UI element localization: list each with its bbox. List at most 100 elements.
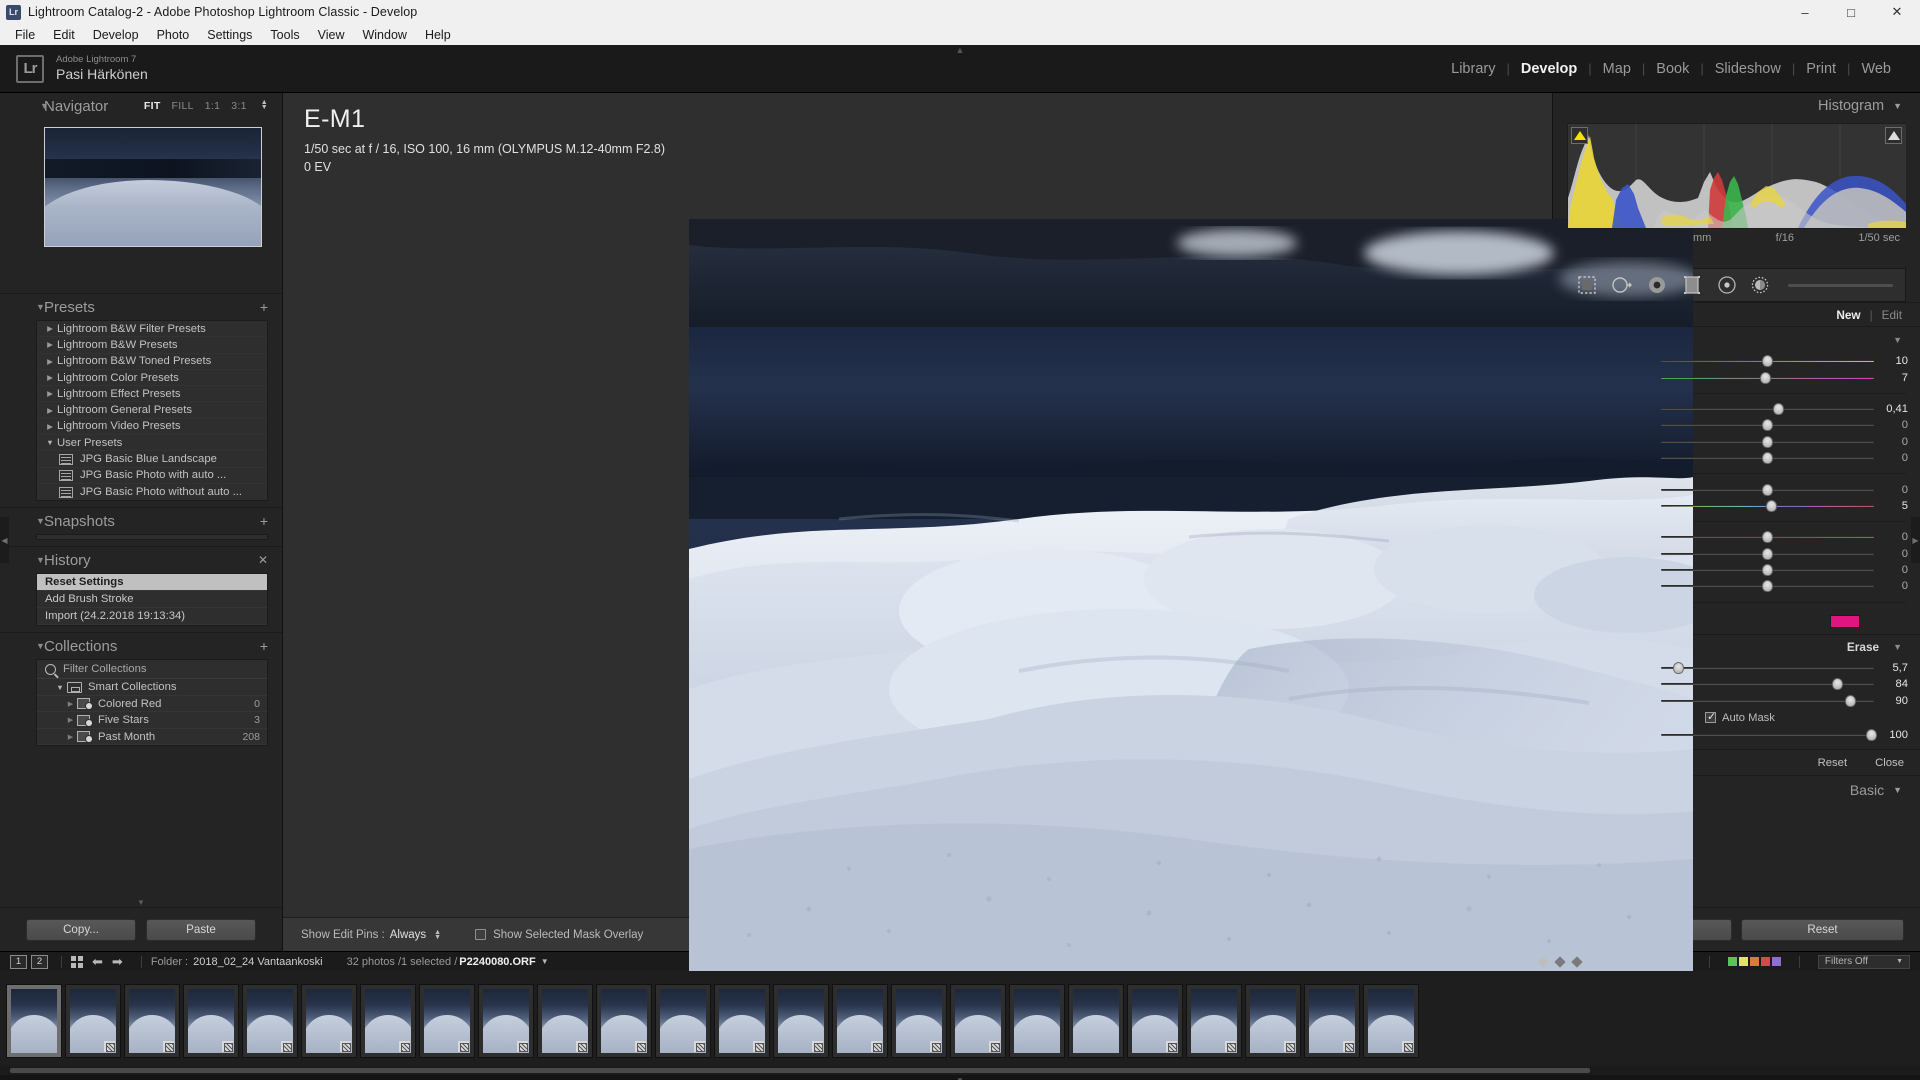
collection-item[interactable]: ▶ Past Month 208 [37,729,267,746]
left-panel-pull-tab[interactable]: ◀ [0,517,9,563]
filmstrip-thumbnail[interactable] [537,983,593,1058]
module-map[interactable]: Map [1592,61,1642,77]
folder-name[interactable]: 2018_02_24 Vantaankoski [193,956,322,968]
clear-history-button[interactable]: ✕ [258,553,268,567]
chevron-down-icon[interactable]: ▼ [1893,642,1902,652]
chevron-down-icon[interactable]: ▼ [53,683,67,692]
history-item[interactable]: Import (24.2.2018 19:13:34) [37,608,267,626]
collections-header[interactable]: ▼ Collections + [0,633,282,660]
preset-folder[interactable]: ▶ Lightroom Video Presets [37,419,267,436]
identity-plate[interactable]: Adobe Lightroom 7 Pasi Härkönen [56,54,148,82]
filmstrip-thumbnail[interactable] [478,983,534,1058]
filmstrip-thumbnail[interactable] [419,983,475,1058]
history-item-selected[interactable]: Reset Settings [37,574,267,592]
right-panel-pull-tab[interactable]: ▶ [1911,517,1920,563]
menu-view[interactable]: View [309,26,354,44]
show-edit-pins-control[interactable]: Show Edit Pins : Always ▲ ▼ [301,929,441,941]
filmstrip-thumbnail[interactable] [596,983,652,1058]
histogram-panel[interactable] [1567,123,1906,229]
chevron-down-icon[interactable]: ▼ [36,302,45,312]
chevron-right-icon[interactable]: ▶ [63,716,77,724]
chevron-down-icon[interactable]: ▼ [40,101,49,111]
left-panel-scroll-indicator[interactable]: ▼ [0,897,282,907]
back-arrow-icon[interactable]: ⬅ [92,954,103,970]
chevron-right-icon[interactable]: ▶ [43,324,57,333]
filmstrip-scrollbar[interactable] [0,1066,1920,1075]
add-collection-button[interactable]: + [260,638,268,654]
chevron-right-icon[interactable]: ▶ [63,733,77,741]
filmstrip-thumbnail[interactable] [1009,983,1065,1058]
filmstrip-thumbnail[interactable] [714,983,770,1058]
color-label-purple[interactable] [1771,957,1781,966]
slider-track[interactable] [1661,694,1874,708]
add-snapshot-button[interactable]: + [260,513,268,529]
color-swatch[interactable] [1830,615,1860,629]
chevron-right-icon[interactable]: ▶ [63,700,77,708]
radial-filter-icon[interactable] [1716,274,1738,296]
filmstrip-thumbnail[interactable] [655,983,711,1058]
filmstrip-thumbnail[interactable] [1186,983,1242,1058]
slider-track[interactable] [1661,579,1874,593]
filmstrip[interactable] [0,971,1920,1066]
slider-track[interactable] [1661,530,1874,544]
adjustment-brush-icon[interactable] [1751,274,1775,296]
slider-track[interactable] [1661,354,1874,368]
slider-track[interactable] [1661,563,1874,577]
preset-folder[interactable]: ▶ Lightroom B&W Toned Presets [37,354,267,370]
chevron-down-icon[interactable]: ▼ [36,641,45,651]
slider-track[interactable] [1661,661,1874,675]
menu-help[interactable]: Help [416,26,460,44]
chevron-right-icon[interactable]: ▶ [43,389,57,398]
module-library[interactable]: Library [1440,61,1506,77]
preset-folder[interactable]: ▶ Lightroom Effect Presets [37,386,267,403]
chevron-updown-icon[interactable]: ▲▼ [434,929,441,941]
filmstrip-thumbnail[interactable] [65,983,121,1058]
spot-removal-icon[interactable] [1611,274,1633,296]
menu-photo[interactable]: Photo [148,26,199,44]
filmstrip-thumbnail[interactable] [301,983,357,1058]
menu-window[interactable]: Window [353,26,415,44]
navigator-preview[interactable] [44,127,262,247]
graduated-filter-icon[interactable] [1681,274,1703,296]
preset-folder[interactable]: ▶ Lightroom General Presets [37,402,267,419]
secondary-display-2[interactable]: 2 [31,954,48,969]
slider-track[interactable] [1661,547,1874,561]
navigator-header[interactable]: ▼ Navigator FIT FILL 1:1 3:1 ▲ ▼ [0,93,282,119]
brush-close-button[interactable]: Close [1875,757,1904,769]
zoom-1-1[interactable]: 1:1 [205,100,221,112]
show-mask-overlay-checkbox[interactable]: Show Selected Mask Overlay [475,929,643,941]
mask-new-button[interactable]: New [1836,308,1860,322]
checkbox-icon[interactable] [475,929,487,940]
chevron-down-icon[interactable]: ▼ [43,438,57,447]
close-button[interactable]: ✕ [1874,0,1920,24]
collection-item[interactable]: ▶ Five Stars 3 [37,712,267,729]
loupe-view[interactable]: E-M1 1/50 sec at f / 16, ISO 100, 16 mm … [283,93,1693,971]
brush-erase-button[interactable]: Erase [1847,640,1879,654]
secondary-display-1[interactable]: 1 [10,954,27,969]
filmstrip-thumbnail[interactable] [1304,983,1360,1058]
filmstrip-toggle-icon[interactable]: ▼ [0,1075,1920,1080]
slider-track[interactable] [1661,435,1874,449]
zoom-fit[interactable]: FIT [144,100,161,112]
slider-track[interactable] [1661,677,1874,691]
menu-develop[interactable]: Develop [84,26,148,44]
filmstrip-thumbnail[interactable] [242,983,298,1058]
menu-file[interactable]: File [6,26,44,44]
grid-view-icon[interactable] [71,955,83,968]
paste-button[interactable]: Paste [146,918,256,941]
snapshots-header[interactable]: ▼ Snapshots + [0,508,282,535]
chevron-down-icon[interactable]: ▼ [1893,335,1902,345]
color-label-red[interactable] [1760,957,1770,966]
preset-item[interactable]: JPG Basic Photo without auto ... [37,484,267,500]
preset-folder[interactable]: ▶ Lightroom Color Presets [37,370,267,387]
slider-track[interactable] [1661,728,1878,742]
chevron-down-icon[interactable]: ▼ [541,957,549,966]
brush-size-slider[interactable] [1788,283,1893,287]
histogram-header[interactable]: Histogram ▼ [1553,93,1920,119]
filmstrip-thumbnail[interactable] [124,983,180,1058]
filmstrip-thumbnail-selected[interactable] [6,983,62,1058]
preset-folder[interactable]: ▶ Lightroom B&W Filter Presets [37,321,267,338]
menu-tools[interactable]: Tools [261,26,308,44]
presets-header[interactable]: ▼ Presets + [0,294,282,320]
chevron-down-icon[interactable]: ▼ [1893,785,1902,795]
